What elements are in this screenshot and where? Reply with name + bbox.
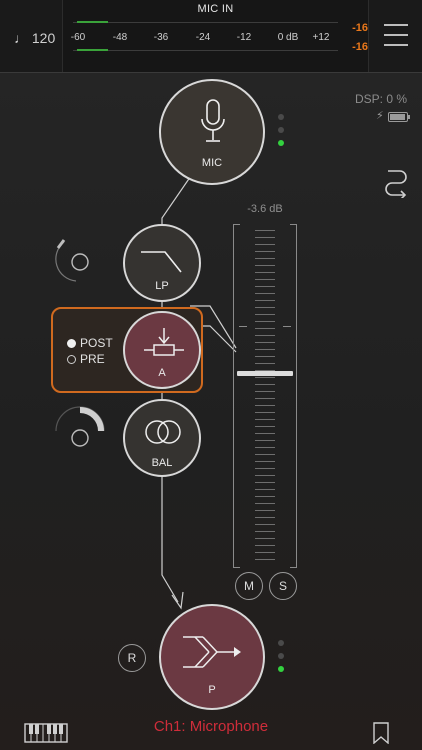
mic-node[interactable]: MIC	[159, 79, 265, 185]
mixer-sum-icon	[183, 636, 241, 668]
post-label: POST	[80, 336, 113, 350]
balance-knob[interactable]	[50, 405, 114, 451]
attenuator-icon	[144, 328, 184, 356]
fader-rail	[255, 230, 275, 560]
mixer-app: ♩ 120 MIC IN -60 -48 -36 -24 -12 0 dB +1…	[0, 0, 422, 750]
pre-label: PRE	[80, 352, 105, 366]
p-node-label: P	[208, 684, 216, 696]
bookmark-icon[interactable]	[373, 722, 389, 744]
lp-cutoff-knob[interactable]	[50, 232, 104, 286]
mic-node-label: MIC	[201, 157, 223, 169]
p-status-leds	[278, 640, 284, 679]
a-node-label: A	[158, 367, 166, 379]
pre-radio[interactable]	[67, 355, 76, 364]
microphone-icon	[201, 99, 225, 142]
bal-node-label: BAL	[151, 457, 173, 469]
pre-option[interactable]: PRE	[67, 352, 105, 366]
volume-fader[interactable]	[233, 224, 297, 568]
post-radio[interactable]	[67, 339, 76, 348]
post-option[interactable]: POST	[67, 336, 113, 350]
bal-node[interactable]: BAL	[123, 399, 201, 477]
lp-node-label: LP	[155, 280, 169, 292]
lp-node[interactable]: LP	[123, 224, 201, 302]
fader-value: -3.6 dB	[247, 203, 283, 215]
solo-button[interactable]: S	[269, 572, 297, 600]
mute-button[interactable]: M	[235, 572, 263, 600]
mic-status-leds	[278, 114, 284, 153]
channel-name[interactable]: Ch1: Microphone	[0, 718, 422, 735]
fader-handle[interactable]	[237, 371, 293, 376]
record-button[interactable]: R	[118, 644, 146, 672]
p-node[interactable]: P	[159, 604, 265, 710]
a-node[interactable]: A	[123, 311, 201, 389]
lowpass-filter-icon	[141, 251, 182, 273]
balance-icon	[145, 420, 181, 444]
